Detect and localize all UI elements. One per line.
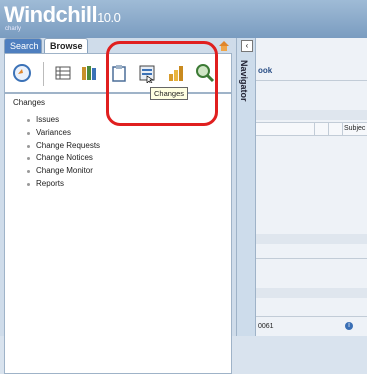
column-header-subject[interactable]: Subjec [344,125,365,132]
list-item-change-requests[interactable]: Change Requests [25,140,100,153]
recent-icon[interactable] [12,63,32,83]
section-header [256,288,367,298]
section-header [256,234,367,244]
app-header: Windchill10.0 charly [0,0,367,38]
list-item-change-monitor[interactable]: Change Monitor [25,165,100,178]
highlight-annotation [106,41,218,126]
tab-browse[interactable]: Browse [44,38,88,53]
column-divider [342,123,343,135]
navigator-bar[interactable]: ‹ Navigator [236,38,256,336]
home-icon[interactable] [218,40,230,53]
divider [256,258,367,259]
table-header: Subjec [256,122,367,136]
toolbar-separator [43,62,44,86]
app-logo: Windchill10.0 [4,2,121,27]
item-number[interactable]: 0061 [258,323,274,330]
divider [256,80,367,81]
list-icon[interactable] [53,63,73,83]
list-item-variances[interactable]: Variances [25,127,100,140]
column-divider [328,123,329,135]
tab-search[interactable]: Search [4,38,42,53]
page-title-partial: ook [258,66,273,75]
user-name: charly [5,26,22,32]
section-header [256,110,367,120]
collapse-icon[interactable]: ‹ [241,40,253,52]
list-item-issues[interactable]: Issues [25,114,100,127]
list-item-change-notices[interactable]: Change Notices [25,152,100,165]
changes-list: Issues Variances Change Requests Change … [25,114,100,191]
library-icon[interactable] [79,63,99,83]
changes-panel: Changes Issues Variances Change Requests… [4,93,232,374]
info-icon[interactable]: i [345,322,353,330]
list-item-reports[interactable]: Reports [25,178,100,191]
main-content: ook Subjec 0061 i [256,38,367,336]
column-divider [314,123,315,135]
panel-title: Changes [13,98,46,107]
navigator-label: Navigator [239,60,249,102]
divider [256,316,367,317]
